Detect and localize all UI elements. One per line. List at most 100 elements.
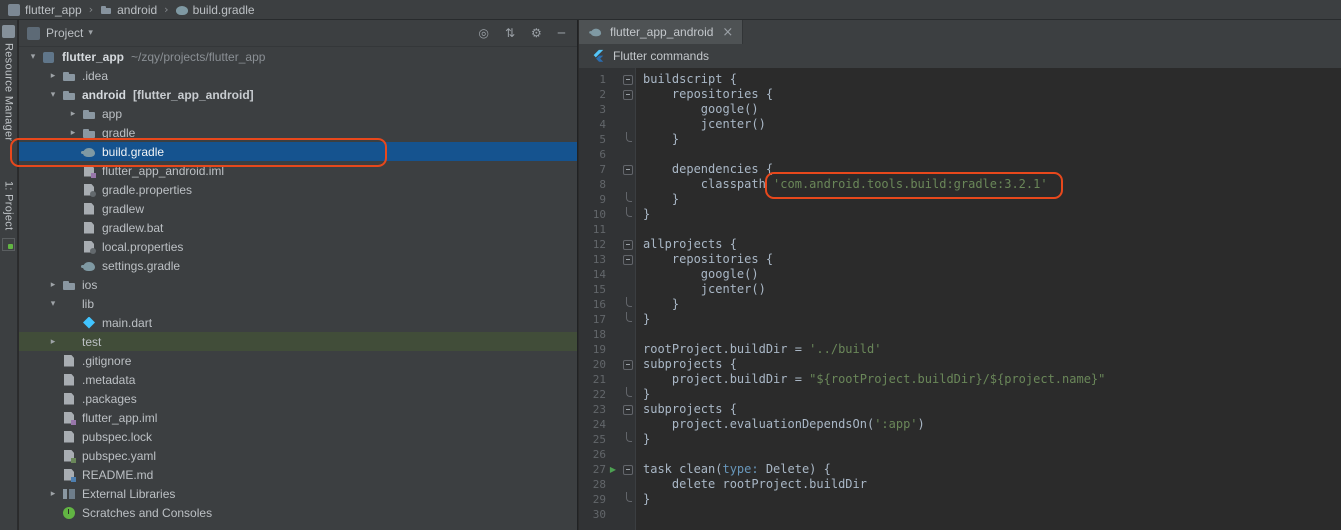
tree-item-flutter-app-android-iml[interactable]: flutter_app_android.iml	[19, 161, 577, 180]
editor-tab-flutter-app-android[interactable]: flutter_app_android ×	[579, 20, 744, 44]
tree-item-scratches-and-consoles[interactable]: Scratches and Consoles	[19, 503, 577, 522]
code-line-18[interactable]: 18	[579, 327, 1341, 342]
resource-manager-icon[interactable]	[2, 25, 15, 38]
code-line-2[interactable]: 2 repositories {	[579, 87, 1341, 102]
tree-item-gradle[interactable]: ▸ gradle	[19, 123, 577, 142]
code-line-9[interactable]: 9 }	[579, 192, 1341, 207]
tree-item-label: android	[82, 87, 126, 102]
chevron-right-icon[interactable]: ▸	[45, 489, 61, 499]
code-line-14[interactable]: 14 google()	[579, 267, 1341, 282]
chevron-right-icon[interactable]: ▸	[45, 280, 61, 290]
tree-item-main-dart[interactable]: main.dart	[19, 313, 577, 332]
tree-item-readme-md[interactable]: README.md	[19, 465, 577, 484]
chevron-right-icon[interactable]: ▸	[65, 128, 81, 138]
code-line-25[interactable]: 25}	[579, 432, 1341, 447]
line-number: 2	[599, 88, 606, 101]
libraries-icon	[61, 486, 77, 502]
code-line-30[interactable]: 30	[579, 507, 1341, 522]
code-line-10[interactable]: 10}	[579, 207, 1341, 222]
tree-item-flutter-app[interactable]: ▾ flutter_app ~/zqy/projects/flutter_app	[19, 47, 577, 66]
stripe-button-resource-manager[interactable]: Resource Manager	[3, 43, 15, 141]
close-icon[interactable]: ×	[722, 25, 733, 40]
fold-end-icon	[620, 207, 636, 222]
code-line-19[interactable]: 19 rootProject.buildDir = '../build'	[579, 342, 1341, 357]
file-md-icon	[61, 467, 77, 483]
locate-file-icon[interactable]: ◎	[478, 26, 488, 40]
code-line-29[interactable]: 29}	[579, 492, 1341, 507]
stripe-button-project[interactable]: 1: Project	[3, 181, 15, 230]
code-line-4[interactable]: 4 jcenter()	[579, 117, 1341, 132]
fold-icon[interactable]	[620, 162, 636, 177]
project-view-selector[interactable]: Project	[46, 26, 83, 40]
breadcrumb-item-flutter-app[interactable]: flutter_app	[8, 3, 82, 17]
chevron-down-icon[interactable]: ▾	[45, 90, 61, 100]
tree-item-idea[interactable]: ▸ .idea	[19, 66, 577, 85]
run-icon[interactable]: ▶	[606, 462, 620, 477]
collapse-all-icon[interactable]: ⇅	[505, 26, 515, 40]
tree-item-ios[interactable]: ▸ ios	[19, 275, 577, 294]
tree-item-external-libraries[interactable]: ▸ External Libraries	[19, 484, 577, 503]
code-line-23[interactable]: 23 subprojects {	[579, 402, 1341, 417]
code-line-5[interactable]: 5 }	[579, 132, 1341, 147]
code-line-1[interactable]: 1 buildscript {	[579, 72, 1341, 87]
code-line-17[interactable]: 17}	[579, 312, 1341, 327]
tree-item-lib[interactable]: ▾ lib	[19, 294, 577, 313]
tree-item-build-gradle[interactable]: build.gradle	[19, 142, 577, 161]
code-line-26[interactable]: 26	[579, 447, 1341, 462]
tree-item-settings-gradle[interactable]: settings.gradle	[19, 256, 577, 275]
code-line-27[interactable]: 27 ▶ task clean(type: Delete) {	[579, 462, 1341, 477]
code-line-7[interactable]: 7 dependencies {	[579, 162, 1341, 177]
code-line-16[interactable]: 16 }	[579, 297, 1341, 312]
code-line-8[interactable]: 8 classpath 'com.android.tools.build:gra…	[579, 177, 1341, 192]
breadcrumb-item-android[interactable]: android	[100, 3, 157, 17]
tree-item-pubspec-lock[interactable]: pubspec.lock	[19, 427, 577, 446]
tree-item-gitignore[interactable]: .gitignore	[19, 351, 577, 370]
chevron-right-icon[interactable]: ▸	[45, 71, 61, 81]
tree-item-metadata[interactable]: .metadata	[19, 370, 577, 389]
code-line-12[interactable]: 12 allprojects {	[579, 237, 1341, 252]
fold-icon[interactable]	[620, 87, 636, 102]
chevron-right-icon[interactable]: ▸	[45, 337, 61, 347]
tree-item-flutter-app-iml[interactable]: flutter_app.iml	[19, 408, 577, 427]
code-line-21[interactable]: 21 project.buildDir = "${rootProject.bui…	[579, 372, 1341, 387]
code-line-3[interactable]: 3 google()	[579, 102, 1341, 117]
code-text: task clean(type: Delete) {	[643, 462, 831, 476]
tree-item-gradlew-bat[interactable]: gradlew.bat	[19, 218, 577, 237]
code-line-20[interactable]: 20 subprojects {	[579, 357, 1341, 372]
gear-icon[interactable]: ⚙	[531, 26, 542, 40]
project-tool-window-icon[interactable]	[2, 237, 15, 251]
line-number: 27	[592, 463, 606, 476]
fold-icon[interactable]	[620, 72, 636, 87]
breadcrumb-item-build-gradle[interactable]: build.gradle	[175, 3, 255, 17]
code-line-22[interactable]: 22}	[579, 387, 1341, 402]
chevron-right-icon[interactable]: ▸	[65, 109, 81, 119]
tree-item-local-properties[interactable]: local.properties	[19, 237, 577, 256]
tree-item-app[interactable]: ▸ app	[19, 104, 577, 123]
fold-icon[interactable]	[620, 252, 636, 267]
code-line-15[interactable]: 15 jcenter()	[579, 282, 1341, 297]
chevron-down-icon[interactable]: ▾	[45, 299, 61, 309]
fold-icon[interactable]	[620, 237, 636, 252]
code-line-28[interactable]: 28 delete rootProject.buildDir	[579, 477, 1341, 492]
code-line-24[interactable]: 24 project.evaluationDependsOn(':app')	[579, 417, 1341, 432]
code-line-6[interactable]: 6	[579, 147, 1341, 162]
fold-icon[interactable]	[620, 357, 636, 372]
tree-item-pubspec-yaml[interactable]: pubspec.yaml	[19, 446, 577, 465]
tree-item-label: .packages	[82, 391, 137, 406]
chevron-down-icon[interactable]: ▾	[25, 52, 41, 62]
chevron-down-icon[interactable]: ▾	[88, 28, 93, 38]
code-line-11[interactable]: 11	[579, 222, 1341, 237]
tree-item-test[interactable]: ▸ test	[19, 332, 577, 351]
hide-panel-icon[interactable]: ─	[558, 26, 565, 40]
tree-item-gradle-properties[interactable]: gradle.properties	[19, 180, 577, 199]
code-line-13[interactable]: 13 repositories {	[579, 252, 1341, 267]
gutter-spacer	[620, 507, 636, 522]
code-editor[interactable]: 1 buildscript {2 repositories {3 google()…	[579, 68, 1341, 530]
fold-icon[interactable]	[620, 462, 636, 477]
fold-icon[interactable]	[620, 402, 636, 417]
gutter-spacer	[620, 267, 636, 282]
tree-item-android[interactable]: ▾ android [flutter_app_android]	[19, 85, 577, 104]
tree-item-packages[interactable]: .packages	[19, 389, 577, 408]
tree-item-gradlew[interactable]: gradlew	[19, 199, 577, 218]
